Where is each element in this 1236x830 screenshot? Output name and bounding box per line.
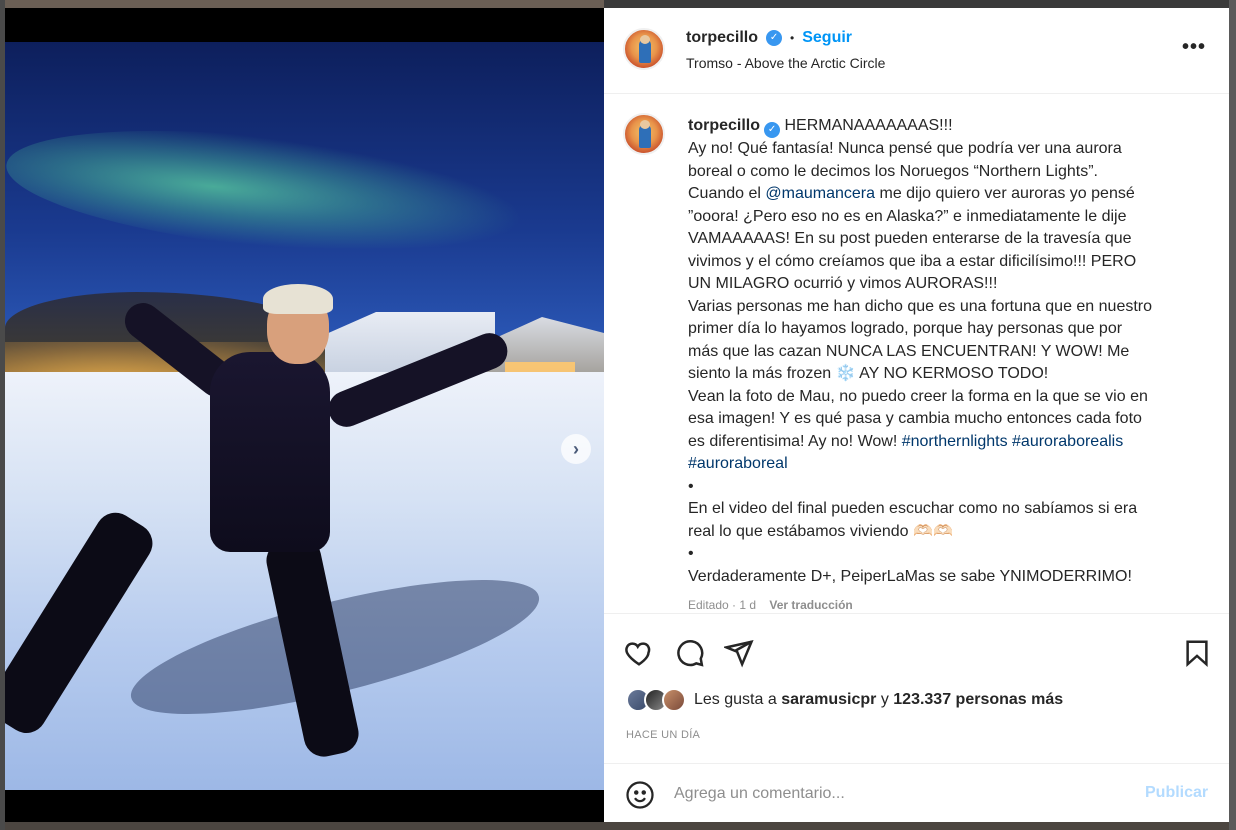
heart-icon[interactable] (624, 638, 654, 673)
caption-text-line: esa imagen! Y es qué pasa y cambia mucho… (688, 410, 1142, 427)
caption-text-line: vivimos y el cómo creíamos que iba a est… (688, 252, 1137, 270)
see-translation-link[interactable]: Ver traducción (769, 598, 852, 612)
caption-text-segment: real lo que estábamos viviendo (688, 522, 909, 540)
aurora-glow (5, 110, 530, 274)
caption-text-line: En el video del final pueden escuchar co… (688, 500, 1138, 517)
heart-hands-emoji: 🫶🏻🫶🏻 (913, 522, 953, 540)
post-timestamp[interactable]: HACE UN DÍA (626, 729, 700, 741)
hashtag-link[interactable]: #auroraboreal (688, 455, 788, 472)
caption-text-line: primer día lo hayamos logrado, porque ha… (688, 320, 1123, 337)
caption-text-line: VAMAAAAAS! En su post pueden enterarse d… (688, 230, 1132, 247)
caption-avatar[interactable] (623, 113, 665, 155)
caption-text-line: Ay no! Qué fantasía! Nunca pensé que pod… (688, 140, 1122, 157)
likes-summary[interactable]: Les gusta a saramusicpr y 123.337 person… (626, 686, 1063, 714)
caption-line: real lo que estábamos viviendo 🫶🏻🫶🏻 (688, 521, 1208, 544)
likes-text: Les gusta a saramusicpr y 123.337 person… (694, 691, 1063, 709)
caption-text-segment: siento la más frozen (688, 365, 832, 382)
post-media: › (5, 8, 604, 822)
background-strip-top (5, 0, 604, 8)
caption-text-line: Vean la foto de Mau, no puedo creer la f… (688, 387, 1148, 405)
person-jacket (210, 352, 330, 552)
caption-text-line: más que las cazan NUNCA LAS ENCUENTRAN! … (688, 342, 1130, 360)
caption-text: torpecillo ✓ HERMANAAAAAAAS!!! Ay no! Qué… (688, 115, 1208, 588)
follow-button[interactable]: Seguir (802, 29, 852, 47)
caption-text-segment: AY NO KERMOSO TODO! (859, 365, 1049, 382)
edited-label: Editado · 1 d (688, 598, 757, 612)
avatar-face (640, 120, 650, 129)
caption-line: Cuando el @maumancera me dijo quiero ver… (688, 183, 1208, 206)
header-title-row: torpecillo ✓ • Seguir (686, 29, 852, 47)
post-panel: torpecillo ✓ • Seguir Tromso - Above the… (604, 8, 1229, 822)
caption-text-line: • (688, 545, 694, 562)
background-strip-right (1229, 0, 1236, 830)
caption-text-line: UN MILAGRO ocurrió y vimos AURORAS!!! (688, 275, 998, 292)
emoji-icon[interactable] (625, 780, 655, 815)
comment-input[interactable] (674, 782, 1114, 806)
caption-text-segment: Cuando el (688, 185, 761, 202)
person-hair (263, 284, 333, 314)
likes-prefix: Les gusta a (694, 691, 777, 708)
comment-icon[interactable] (675, 638, 705, 673)
snowflake-emoji: ❄️ (835, 365, 856, 382)
liker-username[interactable]: saramusicpr (781, 691, 876, 708)
share-icon[interactable] (722, 638, 754, 673)
chevron-right-icon[interactable]: › (561, 434, 591, 464)
likes-count[interactable]: 123.337 personas más (893, 691, 1063, 708)
hashtag-link[interactable]: #auroraborealis (1012, 433, 1123, 450)
action-bar: Les gusta a saramusicpr y 123.337 person… (604, 613, 1229, 763)
likes-connector: y (880, 691, 889, 708)
caption-text-line: Verdaderamente D+, PeiperLaMas se sabe Y… (688, 567, 1132, 585)
publish-button[interactable]: Publicar (1145, 784, 1208, 802)
comment-bar: Publicar (604, 763, 1229, 822)
verified-badge-icon: ✓ (764, 122, 781, 138)
liker-avatar (662, 688, 686, 712)
caption-username[interactable]: torpecillo (688, 117, 760, 134)
caption-text-line: Varias personas me han dicho que es una … (688, 297, 1153, 315)
caption-text-segment: me dijo quiero ver auroras yo pensé (879, 185, 1135, 202)
post-header: torpecillo ✓ • Seguir Tromso - Above the… (604, 8, 1229, 94)
hashtag-link[interactable]: #northernlights (902, 433, 1008, 450)
post-photo[interactable]: › (5, 42, 604, 790)
caption-section: torpecillo ✓ HERMANAAAAAAAS!!! Ay no! Qué… (604, 95, 1229, 613)
caption-text-segment: es diferentisima! Ay no! Wow! (688, 432, 898, 450)
verified-badge-icon: ✓ (766, 30, 783, 46)
avatar[interactable] (623, 28, 665, 70)
caption-line: #auroraboreal (688, 453, 1208, 476)
caption-text-line: boreal o como le decimos los Noruegos “N… (688, 162, 1098, 180)
background-strip-bottom (5, 822, 1229, 830)
caption-line: siento la más frozen ❄️ AY NO KERMOSO TO… (688, 363, 1208, 386)
caption-line: es diferentisima! Ay no! Wow! #northernl… (688, 431, 1208, 454)
caption-line: torpecillo ✓ HERMANAAAAAAAS!!! (688, 115, 1208, 138)
location-link[interactable]: Tromso - Above the Arctic Circle (686, 55, 885, 71)
bookmark-icon[interactable] (1182, 638, 1212, 673)
caption-text-line: HERMANAAAAAAAS!!! (784, 117, 953, 134)
caption-meta: Editado · 1 d Ver traducción (688, 598, 853, 612)
more-options-icon[interactable]: ••• (1182, 36, 1206, 59)
username[interactable]: torpecillo (686, 29, 758, 47)
mention-link[interactable]: @maumancera (765, 185, 875, 202)
avatar-face (640, 35, 650, 44)
caption-text-line: ”ooora! ¿Pero eso no es en Alaska?” e in… (688, 207, 1127, 225)
separator-dot: • (790, 31, 795, 45)
caption-text-line: • (688, 477, 694, 495)
